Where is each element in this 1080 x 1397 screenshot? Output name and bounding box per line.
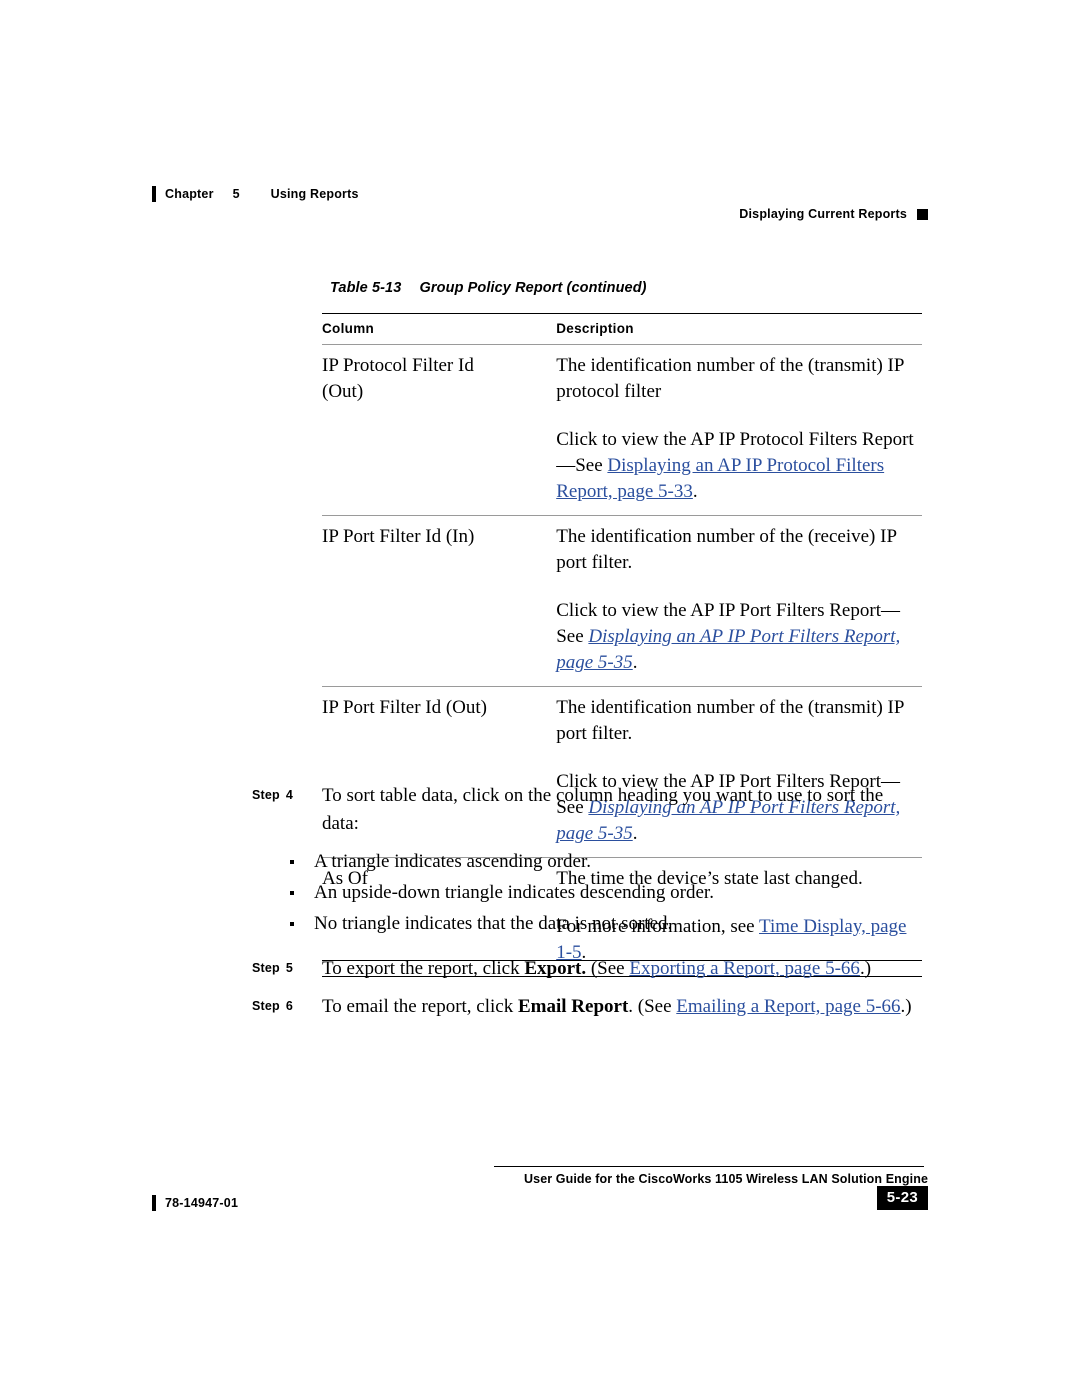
procedure-steps: Step 4 To sort table data, click on the c… bbox=[252, 782, 924, 1023]
cross-reference-link[interactable]: Displaying an AP IP Port Filters Report,… bbox=[556, 626, 900, 673]
page-header-right: Displaying Current Reports bbox=[739, 207, 928, 221]
step-text-prefix: To export the report, click bbox=[322, 958, 525, 979]
step-text-middle: (See bbox=[586, 958, 630, 979]
table-header-column: Column bbox=[322, 313, 557, 345]
table-cell-description: The identification number of the (receiv… bbox=[556, 515, 922, 687]
step-word: Step bbox=[252, 999, 280, 1013]
step-4-bullet-list: A triangle indicates ascending order. An… bbox=[252, 846, 924, 939]
page-footer-left: 78-14947-01 bbox=[152, 1195, 238, 1211]
table-cell-column: IP Protocol Filter Id (Out) bbox=[322, 344, 557, 516]
step-word: Step bbox=[252, 961, 280, 975]
description-paragraph: The identification number of the (transm… bbox=[556, 355, 904, 402]
document-page: Chapter 5 Using Reports Displaying Curre… bbox=[0, 0, 1080, 1397]
step-number: 6 bbox=[285, 999, 294, 1013]
header-chapter-word: Chapter bbox=[165, 187, 214, 201]
step-label: Step 4 bbox=[252, 782, 322, 802]
header-square-marker bbox=[917, 208, 928, 220]
footer-divider bbox=[494, 1166, 924, 1167]
paragraph-text-suffix: . bbox=[632, 652, 638, 673]
table-cell-description: The identification number of the (transm… bbox=[556, 344, 922, 516]
cross-reference-link[interactable]: Emailing a Report, page 5-66 bbox=[676, 996, 900, 1017]
step-word: Step bbox=[252, 788, 280, 802]
footer-document-title: User Guide for the CiscoWorks 1105 Wirel… bbox=[524, 1172, 928, 1186]
step-text-suffix: .) bbox=[859, 958, 872, 979]
table-cell-column-line1: IP Protocol Filter Id bbox=[322, 355, 474, 376]
step-label: Step 5 bbox=[252, 955, 322, 975]
table-header-row: Column Description bbox=[322, 313, 922, 345]
list-item: A triangle indicates ascending order. bbox=[286, 846, 924, 877]
step-text-middle: . (See bbox=[628, 996, 677, 1017]
table-caption-number: Table 5-13 bbox=[330, 280, 402, 296]
step-text-bold: Export. bbox=[524, 958, 587, 979]
list-item: No triangle indicates that the data is n… bbox=[286, 908, 924, 939]
step-6: Step 6 To email the report, click Email R… bbox=[252, 993, 924, 1021]
step-text-prefix: To email the report, click bbox=[322, 996, 518, 1017]
table-cell-column: IP Port Filter Id (In) bbox=[322, 515, 557, 687]
table-row: IP Port Filter Id (In) The identificatio… bbox=[322, 515, 922, 687]
description-paragraph: The identification number of the (receiv… bbox=[556, 526, 897, 573]
step-text-bold: Email Report bbox=[517, 996, 629, 1017]
step-4: Step 4 To sort table data, click on the c… bbox=[252, 782, 924, 838]
description-paragraph: Click to view the AP IP Protocol Filters… bbox=[556, 427, 922, 505]
list-item: An upside-down triangle indicates descen… bbox=[286, 877, 924, 908]
table-caption: Table 5-13 Group Policy Report (continue… bbox=[330, 280, 647, 296]
footer-bar-marker bbox=[152, 1195, 156, 1211]
page-number-badge: 5-23 bbox=[876, 1186, 928, 1210]
table-caption-text: Group Policy Report (continued) bbox=[419, 280, 647, 296]
section-divider bbox=[322, 960, 922, 961]
step-label: Step 6 bbox=[252, 993, 322, 1013]
header-chapter-title: Using Reports bbox=[270, 187, 359, 201]
page-header-left: Chapter 5 Using Reports bbox=[152, 186, 359, 202]
paragraph-text-suffix: . bbox=[692, 481, 698, 502]
header-chapter-number: 5 bbox=[232, 187, 240, 201]
step-text-suffix: .) bbox=[900, 996, 912, 1017]
step-number: 5 bbox=[285, 961, 294, 975]
footer-document-number: 78-14947-01 bbox=[165, 1196, 239, 1210]
header-bar-marker bbox=[152, 186, 156, 202]
header-section-title: Displaying Current Reports bbox=[739, 207, 907, 221]
description-paragraph: The identification number of the (transm… bbox=[556, 697, 904, 744]
description-paragraph: Click to view the AP IP Port Filters Rep… bbox=[556, 598, 922, 676]
cross-reference-link[interactable]: Exporting a Report, page 5-66 bbox=[629, 958, 860, 979]
table-row: IP Protocol Filter Id (Out) The identifi… bbox=[322, 344, 922, 516]
table-header-description: Description bbox=[556, 313, 922, 345]
step-text: To email the report, click Email Report.… bbox=[322, 993, 912, 1021]
table-cell-column-line2: (Out) bbox=[322, 381, 364, 402]
step-number: 4 bbox=[285, 788, 294, 802]
step-text: To sort table data, click on the column … bbox=[322, 785, 884, 834]
